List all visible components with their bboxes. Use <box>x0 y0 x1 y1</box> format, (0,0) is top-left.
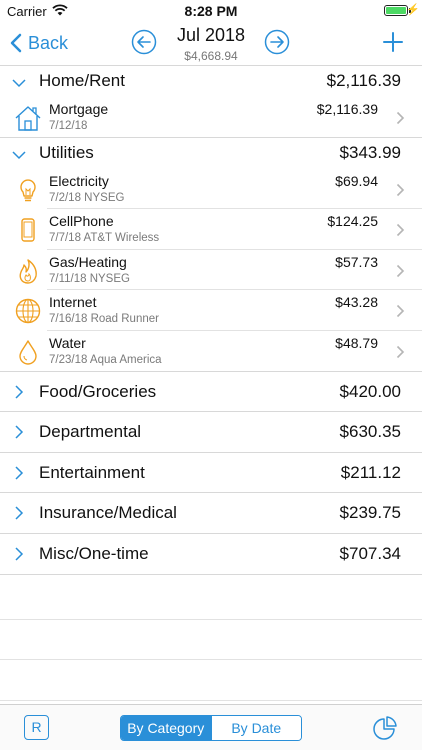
segment-by-date[interactable]: By Date <box>210 716 301 740</box>
empty-row-divider <box>0 659 422 660</box>
expense-detail: 7/23/18 Aqua America <box>49 353 162 366</box>
expense-row-cellphone[interactable]: CellPhone 7/7/18 AT&T Wireless $124.25 <box>0 209 422 250</box>
chevron-right-icon <box>396 183 405 196</box>
category-row-food-groceries[interactable]: Food/Groceries $420.00 <box>0 372 422 413</box>
expense-name: Water <box>49 334 86 351</box>
view-mode-segmented-control: By Category By Date <box>120 715 302 741</box>
empty-row-divider <box>0 619 422 620</box>
expense-amount: $48.79 <box>335 334 378 351</box>
chevron-right-icon <box>396 264 405 277</box>
expense-name: Gas/Heating <box>49 253 127 270</box>
expense-detail: 7/11/18 NYSEG <box>49 272 130 285</box>
expense-detail: 7/12/18 <box>49 120 88 132</box>
battery-icon <box>384 5 408 16</box>
expense-name: Electricity <box>49 172 109 189</box>
month-title: Jul 2018 <box>176 25 246 45</box>
category-name: Entertainment <box>39 462 145 482</box>
category-name: Departmental <box>39 422 142 442</box>
expense-amount: $2,116.39 <box>316 101 378 117</box>
segment-by-category[interactable]: By Category <box>121 716 211 740</box>
category-row-utilities[interactable]: Utilities $343.99 <box>0 138 422 169</box>
category-name: Home/Rent <box>39 71 125 90</box>
bottom-toolbar: R By Category By Date <box>0 704 422 750</box>
recurring-button[interactable]: R <box>24 715 49 740</box>
nav-bar: Back Jul 2018 $4,668.94 <box>0 22 422 66</box>
chevron-left-icon <box>10 33 22 53</box>
expense-name: Mortgage <box>49 101 109 117</box>
chevron-down-icon <box>12 151 26 159</box>
category-row-misc-one-time[interactable]: Misc/One-time $707.34 <box>0 534 422 575</box>
expense-detail: 7/2/18 NYSEG <box>49 191 125 204</box>
back-button[interactable]: Back <box>10 29 68 57</box>
phone-icon <box>21 218 35 242</box>
chevron-right-icon <box>396 305 405 318</box>
pie-chart-icon[interactable] <box>372 715 398 741</box>
add-icon[interactable] <box>382 31 404 53</box>
chevron-down-icon <box>12 79 26 88</box>
next-month-button[interactable] <box>264 29 290 55</box>
water-drop-icon <box>19 340 37 365</box>
expense-name: Internet <box>49 294 97 311</box>
chevron-right-icon <box>396 224 405 237</box>
house-icon <box>15 106 41 131</box>
status-bar: Carrier 8:28 PM ⚡ <box>0 0 422 22</box>
chevron-right-icon <box>15 506 24 520</box>
category-amount: $630.35 <box>339 422 401 442</box>
category-list: Home/Rent $2,116.39 Mortgage 7/12/18 $2,… <box>0 66 422 575</box>
expense-detail: 7/16/18 Road Runner <box>49 313 159 326</box>
expense-amount: $124.25 <box>327 213 378 230</box>
category-name: Utilities <box>39 142 94 162</box>
category-amount: $211.12 <box>340 462 401 482</box>
category-name: Misc/One-time <box>39 543 149 563</box>
lightbulb-icon <box>20 179 36 201</box>
category-amount: $707.34 <box>339 543 401 563</box>
expense-row-water[interactable]: Water 7/23/18 Aqua America $48.79 <box>0 331 422 372</box>
previous-month-button[interactable] <box>131 29 157 55</box>
charging-icon: ⚡ <box>406 4 420 16</box>
expense-detail: 7/7/18 AT&T Wireless <box>49 232 160 245</box>
category-row-entertainment[interactable]: Entertainment $211.12 <box>0 453 422 494</box>
expense-name: CellPhone <box>49 213 114 230</box>
category-name: Food/Groceries <box>39 381 157 401</box>
expense-row-internet[interactable]: Internet 7/16/18 Road Runner $43.28 <box>0 290 422 331</box>
category-row-departmental[interactable]: Departmental $630.35 <box>0 412 422 453</box>
chevron-right-icon <box>15 385 24 399</box>
expense-amount: $57.73 <box>335 253 378 270</box>
expense-amount: $69.94 <box>335 172 378 189</box>
category-amount: $239.75 <box>339 503 401 523</box>
chevron-right-icon <box>396 111 405 125</box>
chevron-right-icon <box>396 345 405 359</box>
clock: 8:28 PM <box>184 3 238 19</box>
back-label: Back <box>28 32 69 53</box>
expense-row-electricity[interactable]: Electricity 7/2/18 NYSEG $69.94 <box>0 169 422 210</box>
category-name: Insurance/Medical <box>39 503 177 523</box>
empty-row-divider <box>0 700 422 701</box>
category-amount: $2,116.39 <box>326 71 401 90</box>
category-row-insurance-medical[interactable]: Insurance/Medical $239.75 <box>0 493 422 534</box>
expense-row-gas-heating[interactable]: Gas/Heating 7/11/18 NYSEG $57.73 <box>0 250 422 291</box>
flame-icon <box>19 259 37 284</box>
category-row-home-rent[interactable]: Home/Rent $2,116.39 <box>0 66 422 97</box>
category-amount: $343.99 <box>339 142 401 162</box>
category-amount: $420.00 <box>339 381 401 401</box>
chevron-right-icon <box>15 466 24 480</box>
expense-amount: $43.28 <box>335 294 378 311</box>
chevron-right-icon <box>15 425 24 439</box>
globe-icon <box>15 299 41 324</box>
chevron-right-icon <box>15 547 24 561</box>
month-total: $4,668.94 <box>184 49 238 63</box>
expense-row-mortgage[interactable]: Mortgage 7/12/18 $2,116.39 <box>0 97 422 138</box>
